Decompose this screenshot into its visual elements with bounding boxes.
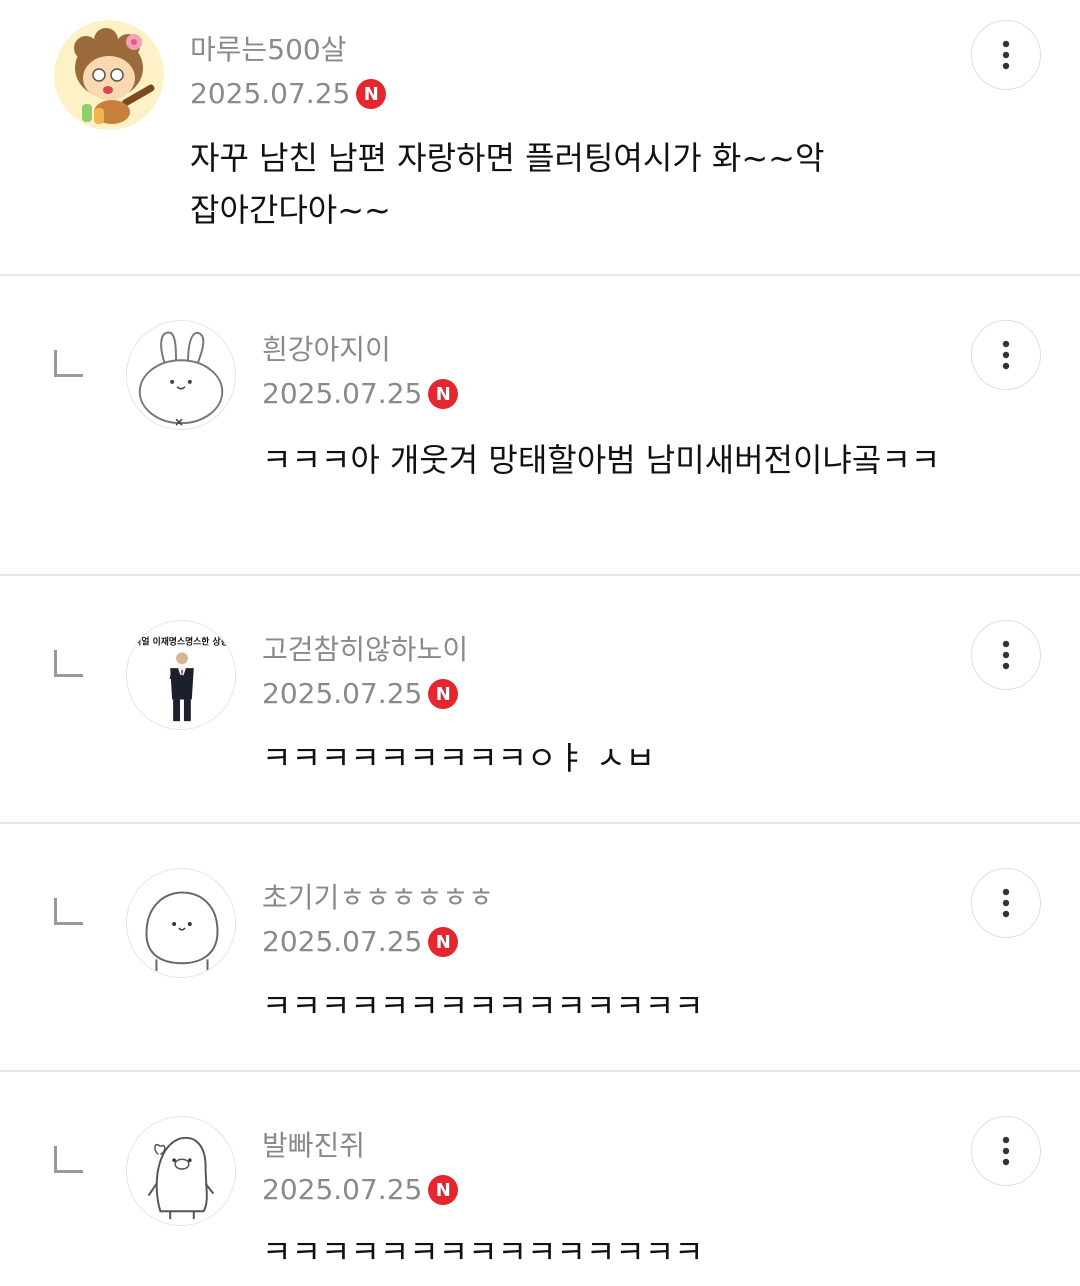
reply-item: 리얼 이재명스명스한 상황 고걷참히않하노이 2025.07.25 N ㅋㅋㅋㅋ… — [0, 576, 1080, 824]
comment-date: 2025.07.25 — [190, 77, 351, 110]
n-new-badge: N — [428, 1175, 459, 1205]
reply-arrow-icon — [54, 898, 83, 925]
comment-meta: 2025.07.25 N — [262, 376, 459, 412]
vertical-dots-icon — [1002, 888, 1010, 918]
comment-meta: 2025.07.25 N — [262, 924, 459, 960]
reply-arrow-icon — [54, 650, 83, 677]
comment-date: 2025.07.25 — [262, 677, 423, 710]
comment-text: ㅋㅋㅋㅋㅋㅋㅋㅋㅋㅇㅑ ㅅㅂ — [262, 739, 655, 777]
penguin-character-avatar[interactable] — [126, 1116, 236, 1226]
n-new-badge: N — [428, 927, 459, 957]
more-options-button[interactable] — [971, 20, 1041, 90]
man-in-suit-avatar[interactable]: 리얼 이재명스명스한 상황 — [126, 620, 236, 730]
n-new-badge: N — [428, 679, 459, 709]
n-new-badge: N — [356, 79, 387, 109]
more-options-button[interactable] — [971, 868, 1041, 938]
comment-text: ㅋㅋㅋㅋㅋㅋㅋㅋㅋㅋㅋㅋㅋㅋㅋ — [262, 1233, 704, 1271]
more-options-button[interactable] — [971, 320, 1041, 390]
reply-arrow-icon — [54, 350, 83, 377]
comment-nickname[interactable]: 발빠진쥐 — [262, 1128, 365, 1164]
comment-meta: 2025.07.25 N — [262, 1172, 459, 1208]
reply-item: 흰강아지이 2025.07.25 N ㅋㅋㅋ아 개웃겨 망태할아범 남미새버전이… — [0, 276, 1080, 576]
comment-nickname[interactable]: 고걷참히않하노이 — [262, 632, 468, 668]
comment-date: 2025.07.25 — [262, 1173, 423, 1206]
reply-item: 발빠진쥐 2025.07.25 N ㅋㅋㅋㅋㅋㅋㅋㅋㅋㅋㅋㅋㅋㅋㅋ — [0, 1072, 1080, 1286]
comment-date: 2025.07.25 — [262, 377, 423, 410]
white-bunny-avatar[interactable] — [126, 320, 236, 430]
comment-nickname[interactable]: 마루는500살 — [190, 32, 346, 68]
comment-text: ㅋㅋㅋ아 개웃겨 망태할아범 남미새버전이냐곸ㅋㅋ — [262, 441, 941, 479]
reply-item: 초기기ㅎㅎㅎㅎㅎㅎ 2025.07.25 N ㅋㅋㅋㅋㅋㅋㅋㅋㅋㅋㅋㅋㅋㅋㅋ — [0, 824, 1080, 1072]
reply-arrow-icon — [54, 1146, 83, 1173]
comment-date: 2025.07.25 — [262, 925, 423, 958]
white-blob-avatar[interactable] — [126, 868, 236, 978]
comment-meta: 2025.07.25 N — [190, 76, 387, 112]
comment-item: 마루는500살 2025.07.25 N 자꾸 남친 남편 자랑하면 플러팅여시… — [0, 0, 1080, 276]
comment-text: 자꾸 남친 남편 자랑하면 플러팅여시가 화~~악 잡아간다아~~ — [190, 139, 825, 229]
comment-text: ㅋㅋㅋㅋㅋㅋㅋㅋㅋㅋㅋㅋㅋㅋㅋ — [262, 987, 704, 1025]
vertical-dots-icon — [1002, 340, 1010, 370]
n-new-badge: N — [428, 379, 459, 409]
comment-nickname[interactable]: 초기기ㅎㅎㅎㅎㅎㅎ — [262, 880, 494, 916]
more-options-button[interactable] — [971, 1116, 1041, 1186]
comment-meta: 2025.07.25 N — [262, 676, 459, 712]
avatar-caption: 리얼 이재명스명스한 상황 — [133, 636, 228, 648]
vertical-dots-icon — [1002, 1136, 1010, 1166]
more-options-button[interactable] — [971, 620, 1041, 690]
comment-nickname[interactable]: 흰강아지이 — [262, 332, 391, 368]
vertical-dots-icon — [1002, 640, 1010, 670]
vertical-dots-icon — [1002, 40, 1010, 70]
character-with-guitar-avatar[interactable] — [54, 20, 164, 130]
